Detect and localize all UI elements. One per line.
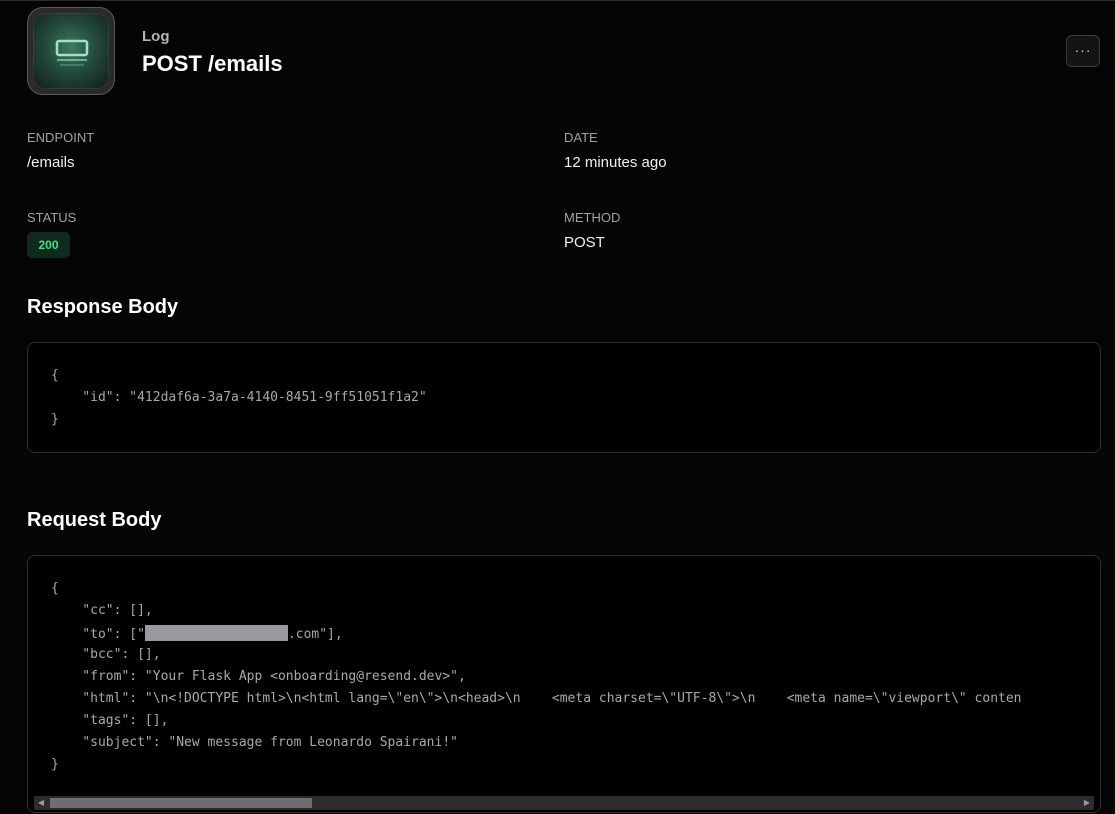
code-line: "id": "412daf6a-3a7a-4140-8451-9ff51051f… [51,390,427,405]
code-line: { [51,581,59,596]
method-value: POST [564,234,605,251]
to-suffix: .com"], [287,627,343,642]
page-kicker: Log [142,28,170,45]
scroll-right-arrow-icon[interactable]: ▶ [1080,796,1094,810]
code-line: } [51,757,59,772]
endpoint-value: /emails [27,154,75,171]
code-line: "bcc": [], [51,647,161,662]
request-body-heading: Request Body [27,509,162,531]
code-line: "tags": [], [51,713,169,728]
page-title: POST /emails [142,51,283,76]
method-label: METHOD [564,210,621,225]
date-value: 12 minutes ago [564,154,667,171]
to-key: "to": [" [51,627,145,642]
code-line: "cc": [], [51,603,153,618]
response-body-code[interactable]: { "id": "412daf6a-3a7a-4140-8451-9ff5105… [27,342,1101,453]
redacted-email [144,625,288,641]
log-detail-page: Log POST /emails ··· ENDPOINT /emails DA… [0,0,1115,814]
code-line: } [51,412,59,427]
code-line: "to": [" .com"], [51,625,343,642]
code-line: "subject": "New message from Leonardo Sp… [51,735,458,750]
code-line: "html": "\n<!DOCTYPE html>\n<html lang=\… [51,691,1022,706]
more-options-button[interactable]: ··· [1066,35,1100,67]
log-icon [27,7,115,95]
date-label: DATE [564,130,598,145]
status-badge: 200 [27,232,70,258]
code-line: "from": "Your Flask App <onboarding@rese… [51,669,466,684]
endpoint-label: ENDPOINT [27,130,95,145]
request-body-code[interactable]: { "cc": [], "to": [" .com"], "bcc": [], "… [27,555,1101,813]
scroll-left-arrow-icon[interactable]: ◀ [34,796,48,810]
horizontal-scrollbar[interactable]: ◀ ▶ [34,796,1094,810]
log-glyph-icon [55,39,89,66]
scrollbar-thumb[interactable] [50,798,312,808]
response-body-heading: Response Body [27,296,179,318]
code-line: { [51,368,59,383]
status-label: STATUS [27,210,77,225]
